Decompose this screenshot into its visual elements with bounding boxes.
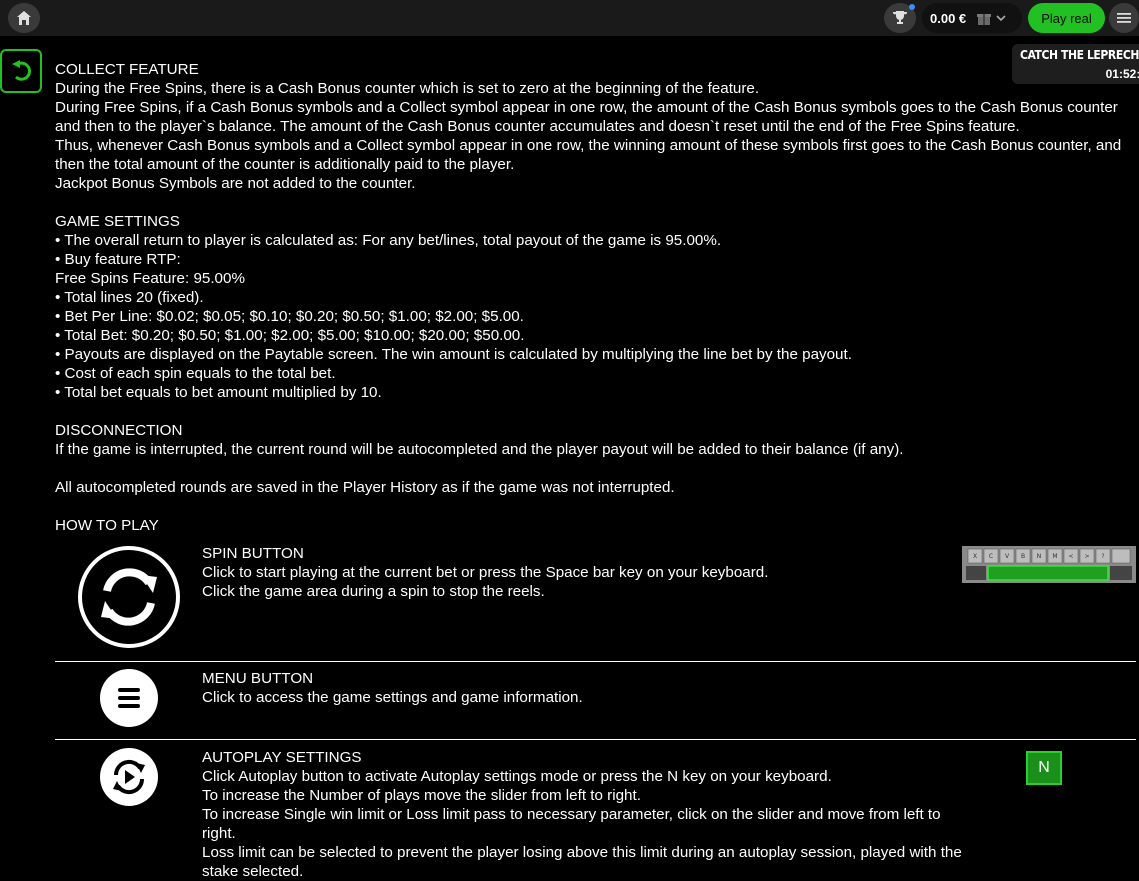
rules-content: COLLECT FEATURE During the Free Spins, t… bbox=[55, 60, 1130, 497]
section-heading: GAME SETTINGS bbox=[55, 213, 180, 230]
rules-text: • Cost of each spin equals to the total … bbox=[55, 365, 336, 382]
trophy-icon bbox=[893, 11, 907, 24]
svg-text:N: N bbox=[1037, 553, 1042, 560]
bonus-dropdown[interactable] bbox=[976, 10, 1007, 26]
rules-text: • The overall return to player is calcul… bbox=[55, 232, 722, 249]
main-menu-button[interactable] bbox=[1109, 3, 1139, 33]
rules-text: During Free Spins, if a Cash Bonus symbo… bbox=[55, 99, 1118, 135]
svg-text:X: X bbox=[973, 553, 977, 560]
row-text: Click Autoplay button to activate Autopl… bbox=[202, 768, 832, 785]
rules-text: • Total bet equals to bet amount multipl… bbox=[55, 384, 382, 401]
row-title: SPIN BUTTON bbox=[202, 545, 304, 562]
svg-text:C: C bbox=[989, 553, 993, 560]
rules-text: Free Spins Feature: 95.00% bbox=[55, 270, 245, 287]
rules-text: • Payouts are displayed on the Paytable … bbox=[55, 346, 852, 363]
rules-text: • Total lines 20 (fixed). bbox=[55, 289, 204, 306]
section-heading: HOW TO PLAY bbox=[55, 517, 159, 534]
row-text: Click the game area during a spin to sto… bbox=[202, 583, 545, 600]
keyboard-icon: XCV BNM < >? bbox=[962, 546, 1136, 583]
back-button[interactable] bbox=[0, 49, 42, 93]
svg-text:<: < bbox=[1068, 553, 1073, 560]
rules-text: • Total Bet: $0.20; $0.50; $1.00; $2.00;… bbox=[55, 327, 525, 344]
autoplay-button-illustration bbox=[100, 748, 158, 806]
row-text: Click to start playing at the current be… bbox=[202, 564, 769, 581]
chevron-down-icon bbox=[996, 15, 1006, 22]
section-heading: DISCONNECTION bbox=[55, 422, 183, 439]
home-button[interactable] bbox=[8, 3, 40, 33]
rules-text: • Bet Per Line: $0.02; $0.05; $0.10; $0.… bbox=[55, 308, 524, 325]
row-text: Loss limit can be selected to prevent th… bbox=[202, 844, 962, 880]
section-heading: COLLECT FEATURE bbox=[55, 61, 199, 78]
row-text: To increase Single win limit or Loss lim… bbox=[202, 806, 941, 842]
svg-text:?: ? bbox=[1101, 553, 1104, 560]
gift-icon bbox=[977, 14, 992, 25]
hamburger-icon bbox=[1117, 13, 1131, 23]
menu-button-illustration bbox=[100, 669, 158, 727]
row-title: AUTOPLAY SETTINGS bbox=[202, 749, 362, 766]
n-key-illustration: N bbox=[1026, 751, 1062, 785]
menu-icon bbox=[100, 669, 158, 727]
spin-icon bbox=[78, 546, 180, 648]
spin-button-illustration bbox=[77, 545, 181, 649]
rules-text: Jackpot Bonus Symbols are not added to t… bbox=[55, 175, 416, 192]
play-real-button[interactable]: Play real bbox=[1028, 3, 1105, 33]
rules-text: During the Free Spins, there is a Cash B… bbox=[55, 80, 760, 97]
spin-description: SPIN BUTTON Click to start playing at th… bbox=[202, 544, 962, 601]
rules-text: If the game is interrupted, the current … bbox=[55, 441, 904, 458]
rules-text: Thus, whenever Cash Bonus symbols and a … bbox=[55, 137, 1122, 173]
row-text: To increase the Number of plays move the… bbox=[202, 787, 641, 804]
balance-display[interactable]: 0.00 € bbox=[922, 3, 1022, 33]
svg-text:B: B bbox=[1021, 553, 1025, 560]
divider bbox=[55, 739, 1136, 740]
row-text: Click to access the game settings and ga… bbox=[202, 689, 583, 706]
menu-description: MENU BUTTON Click to access the game set… bbox=[202, 669, 962, 707]
svg-text:>: > bbox=[1084, 553, 1089, 560]
balance-amount: 0.00 € bbox=[930, 10, 967, 26]
autoplay-icon bbox=[100, 748, 158, 806]
row-title: MENU BUTTON bbox=[202, 670, 314, 687]
back-arrow-icon bbox=[12, 60, 31, 81]
notification-dot bbox=[909, 4, 915, 10]
keyboard-illustration: XCV BNM < >? bbox=[962, 546, 1136, 583]
autoplay-description: AUTOPLAY SETTINGS Click Autoplay button … bbox=[202, 748, 962, 881]
home-icon bbox=[17, 11, 31, 25]
top-bar: 0.00 € Play real bbox=[0, 0, 1139, 36]
rules-text: All autocompleted rounds are saved in th… bbox=[55, 479, 675, 496]
divider bbox=[55, 661, 1136, 662]
svg-text:M: M bbox=[1052, 553, 1057, 560]
rules-text: • Buy feature RTP: bbox=[55, 251, 181, 268]
